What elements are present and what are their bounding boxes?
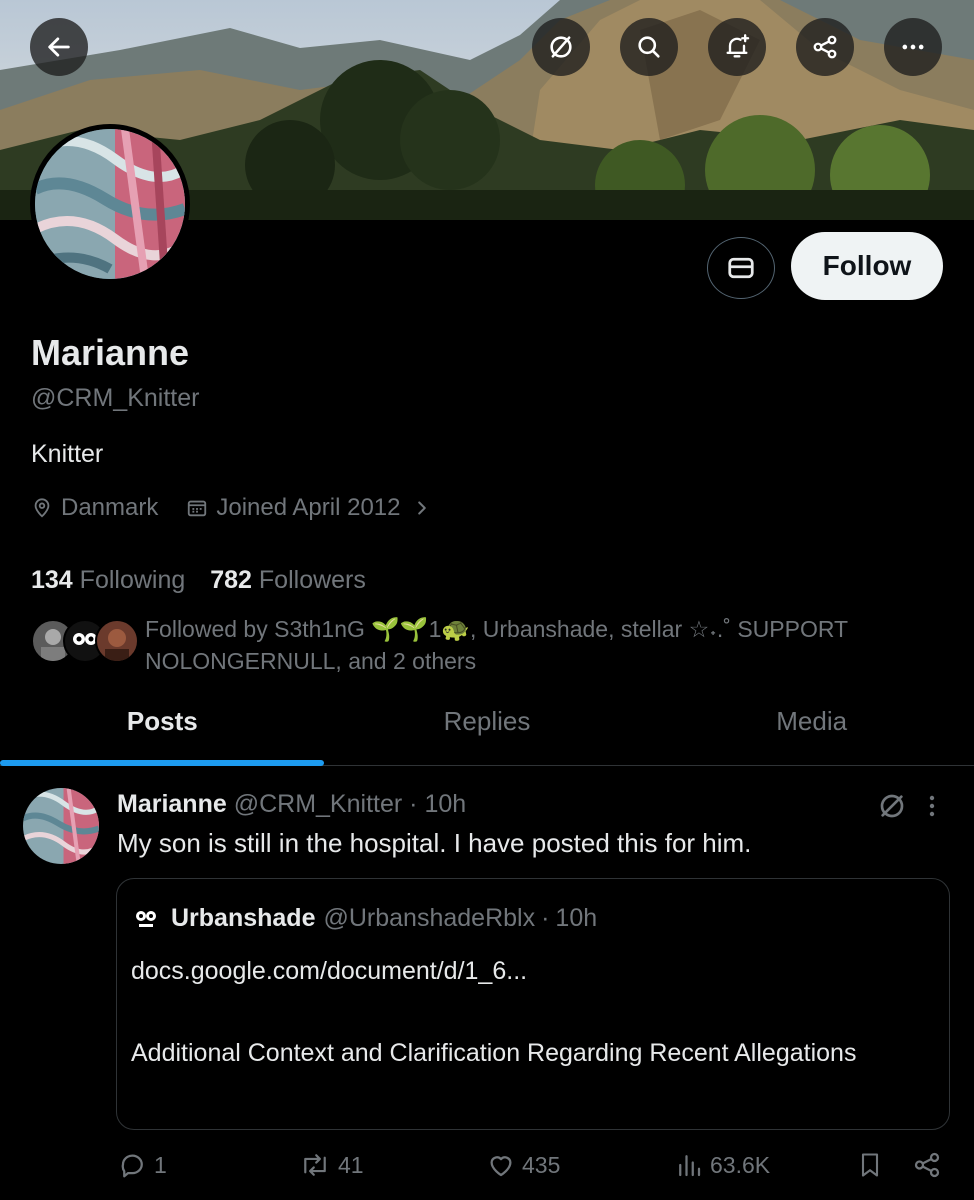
quoted-author-name: Urbanshade xyxy=(171,903,316,932)
follow-button[interactable]: Follow xyxy=(791,232,943,300)
profile-avatar[interactable] xyxy=(30,124,190,284)
envelope-icon xyxy=(728,257,754,279)
post-separator: · xyxy=(409,790,418,818)
quoted-link-title: Additional Context and Clarification Reg… xyxy=(131,1039,857,1067)
repost-button[interactable]: 41 xyxy=(298,1150,364,1180)
post-time[interactable]: 10h xyxy=(424,790,466,818)
active-tab-indicator xyxy=(0,760,324,766)
reply-button[interactable]: 1 xyxy=(118,1150,167,1180)
calendar-icon xyxy=(188,500,207,517)
heart-icon xyxy=(490,1156,512,1177)
avatar-image xyxy=(23,788,99,864)
back-arrow-icon xyxy=(48,37,70,57)
tab-replies[interactable]: Replies xyxy=(325,696,650,765)
followers-count: 782 xyxy=(210,566,252,594)
more-options-button[interactable] xyxy=(884,18,942,76)
post-header: Marianne @CRM_Knitter · 10h xyxy=(117,790,466,819)
message-button[interactable] xyxy=(707,237,775,299)
profile-tabs: Posts Replies Media xyxy=(0,696,974,766)
like-button[interactable]: 435 xyxy=(486,1150,560,1180)
back-button[interactable] xyxy=(30,18,88,76)
profile-stats: 134 Following 782 Followers xyxy=(31,566,384,595)
avatar-image xyxy=(35,129,185,279)
post-text: My son is still in the hospital. I have … xyxy=(117,828,752,858)
profile-meta: Danmark Joined April 2012 xyxy=(31,494,469,522)
repost-icon xyxy=(304,1154,326,1176)
repost-count: 41 xyxy=(338,1151,364,1178)
following-label: Following xyxy=(79,566,186,594)
tab-replies-label: Replies xyxy=(443,706,531,736)
chevron-right-icon xyxy=(417,501,426,515)
mini-avatar xyxy=(95,619,139,663)
post-more-icon[interactable] xyxy=(920,790,944,822)
share-icon xyxy=(914,1152,940,1178)
profile-name: Marianne xyxy=(31,332,190,373)
reply-count: 1 xyxy=(154,1151,167,1178)
quoted-separator: · xyxy=(541,903,550,932)
profile-bio: Knitter xyxy=(31,440,104,468)
profile-handle: @CRM_Knitter xyxy=(31,384,200,412)
views-button[interactable]: 63.6K xyxy=(674,1150,770,1180)
following-link[interactable]: 134 Following xyxy=(31,566,185,594)
share-post-button[interactable] xyxy=(912,1150,948,1180)
post-author-name[interactable]: Marianne xyxy=(117,790,227,818)
circle-slash-button[interactable] xyxy=(532,18,590,76)
post-author-handle[interactable]: @CRM_Knitter xyxy=(234,790,402,818)
quoted-link[interactable]: docs.google.com/document/d/1_6... xyxy=(131,957,527,986)
followed-by-text: Followed by S3th1nG 🌱🌱1🐢, Urbanshade, st… xyxy=(145,616,848,674)
search-icon xyxy=(638,36,660,58)
post-header-icons xyxy=(876,790,944,822)
tab-media-label: Media xyxy=(776,706,848,736)
like-count: 435 xyxy=(522,1151,561,1178)
location-pin-icon xyxy=(34,498,50,518)
reply-icon xyxy=(121,1154,143,1178)
views-chart-icon xyxy=(679,1155,701,1177)
followers-link[interactable]: 782 Followers xyxy=(210,566,366,594)
post-actions: 1 41 435 63.6K xyxy=(0,1150,974,1190)
tab-posts[interactable]: Posts xyxy=(0,696,325,766)
bookmark-button[interactable] xyxy=(856,1150,890,1180)
quoted-time: 10h xyxy=(555,903,598,932)
followers-label: Followers xyxy=(258,566,366,594)
more-icon xyxy=(902,44,924,50)
quoted-author-avatar xyxy=(132,904,160,932)
circle-slash-icon xyxy=(550,36,572,58)
location-text: Danmark xyxy=(61,494,159,521)
notifications-button[interactable] xyxy=(708,18,766,76)
quoted-post[interactable]: Urbanshade @UrbanshadeRblx · 10h docs.go… xyxy=(116,878,950,1130)
post-author-avatar[interactable] xyxy=(23,788,99,864)
quoted-author-handle: @UrbanshadeRblx xyxy=(323,903,536,932)
bell-plus-icon xyxy=(726,34,750,58)
share-profile-button[interactable] xyxy=(796,18,854,76)
following-count: 134 xyxy=(31,566,73,594)
bookmark-icon xyxy=(861,1153,879,1177)
followed-by-avatars xyxy=(31,613,141,663)
search-button[interactable] xyxy=(620,18,678,76)
tab-media[interactable]: Media xyxy=(649,696,974,765)
tab-posts-label: Posts xyxy=(126,706,198,736)
circle-slash-icon[interactable] xyxy=(876,790,908,822)
followed-by-row[interactable]: Followed by S3th1nG 🌱🌱1🐢, Urbanshade, st… xyxy=(31,613,951,677)
joined-text: Joined April 2012 xyxy=(216,494,401,521)
share-icon xyxy=(813,35,837,59)
views-count: 63.6K xyxy=(710,1151,771,1178)
quoted-post-header: Urbanshade @UrbanshadeRblx · 10h xyxy=(131,903,597,933)
profile-location: Danmark xyxy=(31,494,158,522)
profile-joined[interactable]: Joined April 2012 xyxy=(186,494,440,522)
